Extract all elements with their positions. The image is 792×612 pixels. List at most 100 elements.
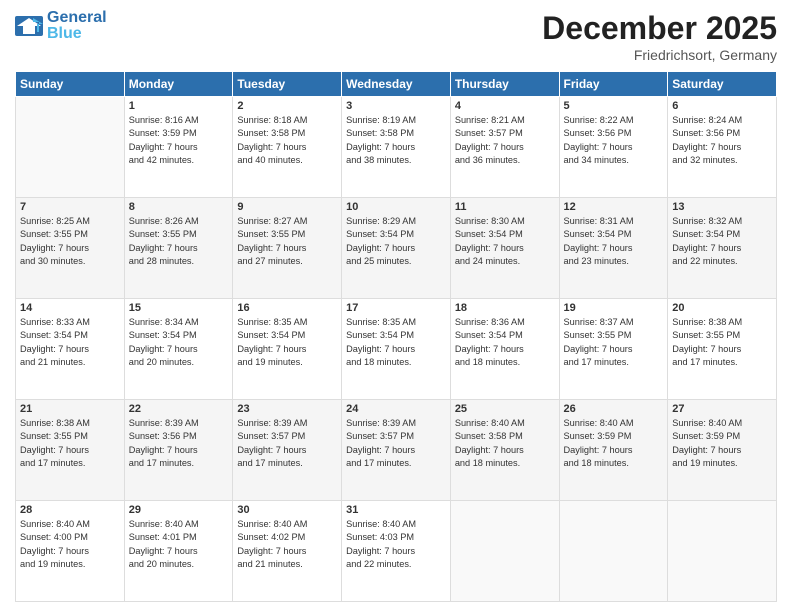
day-info: Sunrise: 8:40 AMSunset: 3:59 PMDaylight:… xyxy=(564,417,664,470)
calendar-cell: 14Sunrise: 8:33 AMSunset: 3:54 PMDayligh… xyxy=(16,299,125,400)
calendar-cell: 15 Sunrise: 8:34 AMSunset: 3:54 PMDayligh… xyxy=(124,299,233,400)
day-info: Sunrise: 8:32 AMSunset: 3:54 PMDaylight:… xyxy=(672,215,772,268)
header: General Blue December 2025 Friedrichsort… xyxy=(15,10,777,63)
day-number: 4 xyxy=(455,100,555,112)
week-row: 21 Sunrise: 8:38 AMSunset: 3:55 PMDayligh… xyxy=(16,400,777,501)
calendar-cell: 28 Sunrise: 8:40 AMSunset: 4:00 PMDayligh… xyxy=(16,501,125,602)
day-info: Sunrise: 8:19 AMSunset: 3:58 PMDaylight:… xyxy=(346,114,446,167)
calendar: SundayMondayTuesdayWednesdayThursdayFrid… xyxy=(15,71,777,602)
calendar-cell: 22Sunrise: 8:39 AMSunset: 3:56 PMDayligh… xyxy=(124,400,233,501)
day-info: Sunrise: 8:40 AMSunset: 4:01 PMDaylight:… xyxy=(129,518,229,571)
day-info: Sunrise: 8:40 AMSunset: 4:03 PMDaylight:… xyxy=(346,518,446,571)
calendar-cell: 11Sunrise: 8:30 AMSunset: 3:54 PMDayligh… xyxy=(450,198,559,299)
day-info: Sunrise: 8:38 AMSunset: 3:55 PMDaylight:… xyxy=(672,316,772,369)
calendar-body: 1 Sunrise: 8:16 AMSunset: 3:59 PMDaylight… xyxy=(16,97,777,602)
weekday-header-thursday: Thursday xyxy=(450,72,559,97)
day-info: Sunrise: 8:35 AMSunset: 3:54 PMDaylight:… xyxy=(346,316,446,369)
weekday-header-tuesday: Tuesday xyxy=(233,72,342,97)
calendar-cell: 24Sunrise: 8:39 AMSunset: 3:57 PMDayligh… xyxy=(342,400,451,501)
calendar-cell: 9Sunrise: 8:27 AMSunset: 3:55 PMDaylight… xyxy=(233,198,342,299)
day-info: Sunrise: 8:40 AMSunset: 4:00 PMDaylight:… xyxy=(20,518,120,571)
calendar-cell: 6 Sunrise: 8:24 AMSunset: 3:56 PMDaylight… xyxy=(668,97,777,198)
day-number: 13 xyxy=(672,201,772,213)
day-info: Sunrise: 8:34 AMSunset: 3:54 PMDaylight:… xyxy=(129,316,229,369)
day-number: 15 xyxy=(129,302,229,314)
day-number: 1 xyxy=(129,100,229,112)
day-info: Sunrise: 8:36 AMSunset: 3:54 PMDaylight:… xyxy=(455,316,555,369)
calendar-cell: 29Sunrise: 8:40 AMSunset: 4:01 PMDayligh… xyxy=(124,501,233,602)
calendar-cell: 23Sunrise: 8:39 AMSunset: 3:57 PMDayligh… xyxy=(233,400,342,501)
calendar-cell: 21 Sunrise: 8:38 AMSunset: 3:55 PMDayligh… xyxy=(16,400,125,501)
logo-icon xyxy=(15,16,43,36)
calendar-cell: 3 Sunrise: 8:19 AMSunset: 3:58 PMDaylight… xyxy=(342,97,451,198)
day-info: Sunrise: 8:33 AMSunset: 3:54 PMDaylight:… xyxy=(20,316,120,369)
week-row: 1 Sunrise: 8:16 AMSunset: 3:59 PMDaylight… xyxy=(16,97,777,198)
day-info: Sunrise: 8:40 AMSunset: 4:02 PMDaylight:… xyxy=(237,518,337,571)
week-row: 14Sunrise: 8:33 AMSunset: 3:54 PMDayligh… xyxy=(16,299,777,400)
calendar-cell: 5Sunrise: 8:22 AMSunset: 3:56 PMDaylight… xyxy=(559,97,668,198)
day-number: 19 xyxy=(564,302,664,314)
week-row: 28 Sunrise: 8:40 AMSunset: 4:00 PMDayligh… xyxy=(16,501,777,602)
day-number: 20 xyxy=(672,302,772,314)
calendar-cell: 13 Sunrise: 8:32 AMSunset: 3:54 PMDayligh… xyxy=(668,198,777,299)
day-number: 12 xyxy=(564,201,664,213)
day-info: Sunrise: 8:26 AMSunset: 3:55 PMDaylight:… xyxy=(129,215,229,268)
day-info: Sunrise: 8:24 AMSunset: 3:56 PMDaylight:… xyxy=(672,114,772,167)
day-info: Sunrise: 8:21 AMSunset: 3:57 PMDaylight:… xyxy=(455,114,555,167)
day-number: 10 xyxy=(346,201,446,213)
weekday-header-monday: Monday xyxy=(124,72,233,97)
day-info: Sunrise: 8:37 AMSunset: 3:55 PMDaylight:… xyxy=(564,316,664,369)
day-info: Sunrise: 8:25 AMSunset: 3:55 PMDaylight:… xyxy=(20,215,120,268)
day-number: 18 xyxy=(455,302,555,314)
weekday-row: SundayMondayTuesdayWednesdayThursdayFrid… xyxy=(16,72,777,97)
calendar-cell: 8 Sunrise: 8:26 AMSunset: 3:55 PMDaylight… xyxy=(124,198,233,299)
day-number: 22 xyxy=(129,403,229,415)
calendar-cell xyxy=(16,97,125,198)
day-info: Sunrise: 8:16 AMSunset: 3:59 PMDaylight:… xyxy=(129,114,229,167)
logo: General Blue xyxy=(15,10,107,42)
day-number: 3 xyxy=(346,100,446,112)
day-number: 7 xyxy=(20,201,120,213)
day-number: 28 xyxy=(20,504,120,516)
calendar-cell: 17 Sunrise: 8:35 AMSunset: 3:54 PMDayligh… xyxy=(342,299,451,400)
day-info: Sunrise: 8:40 AMSunset: 3:58 PMDaylight:… xyxy=(455,417,555,470)
calendar-cell: 16 Sunrise: 8:35 AMSunset: 3:54 PMDayligh… xyxy=(233,299,342,400)
location: Friedrichsort, Germany xyxy=(542,47,777,63)
day-number: 8 xyxy=(129,201,229,213)
calendar-cell: 4 Sunrise: 8:21 AMSunset: 3:57 PMDaylight… xyxy=(450,97,559,198)
page: General Blue December 2025 Friedrichsort… xyxy=(0,0,792,612)
calendar-cell: 18 Sunrise: 8:36 AMSunset: 3:54 PMDayligh… xyxy=(450,299,559,400)
calendar-cell: 30Sunrise: 8:40 AMSunset: 4:02 PMDayligh… xyxy=(233,501,342,602)
title-area: December 2025 Friedrichsort, Germany xyxy=(542,10,777,63)
day-info: Sunrise: 8:18 AMSunset: 3:58 PMDaylight:… xyxy=(237,114,337,167)
day-number: 21 xyxy=(20,403,120,415)
logo-blue: Blue xyxy=(47,26,107,42)
day-number: 16 xyxy=(237,302,337,314)
calendar-cell: 2 Sunrise: 8:18 AMSunset: 3:58 PMDaylight… xyxy=(233,97,342,198)
day-number: 17 xyxy=(346,302,446,314)
calendar-cell: 10Sunrise: 8:29 AMSunset: 3:54 PMDayligh… xyxy=(342,198,451,299)
weekday-header-wednesday: Wednesday xyxy=(342,72,451,97)
calendar-cell xyxy=(559,501,668,602)
calendar-cell: 31 Sunrise: 8:40 AMSunset: 4:03 PMDayligh… xyxy=(342,501,451,602)
calendar-cell: 7 Sunrise: 8:25 AMSunset: 3:55 PMDaylight… xyxy=(16,198,125,299)
day-number: 31 xyxy=(346,504,446,516)
weekday-header-friday: Friday xyxy=(559,72,668,97)
day-number: 6 xyxy=(672,100,772,112)
day-number: 2 xyxy=(237,100,337,112)
weekday-header-saturday: Saturday xyxy=(668,72,777,97)
day-info: Sunrise: 8:38 AMSunset: 3:55 PMDaylight:… xyxy=(20,417,120,470)
day-number: 9 xyxy=(237,201,337,213)
calendar-cell: 25 Sunrise: 8:40 AMSunset: 3:58 PMDayligh… xyxy=(450,400,559,501)
day-info: Sunrise: 8:22 AMSunset: 3:56 PMDaylight:… xyxy=(564,114,664,167)
calendar-cell: 19 Sunrise: 8:37 AMSunset: 3:55 PMDayligh… xyxy=(559,299,668,400)
week-row: 7 Sunrise: 8:25 AMSunset: 3:55 PMDaylight… xyxy=(16,198,777,299)
calendar-cell: 27 Sunrise: 8:40 AMSunset: 3:59 PMDayligh… xyxy=(668,400,777,501)
day-info: Sunrise: 8:30 AMSunset: 3:54 PMDaylight:… xyxy=(455,215,555,268)
day-info: Sunrise: 8:40 AMSunset: 3:59 PMDaylight:… xyxy=(672,417,772,470)
day-info: Sunrise: 8:31 AMSunset: 3:54 PMDaylight:… xyxy=(564,215,664,268)
day-number: 27 xyxy=(672,403,772,415)
day-info: Sunrise: 8:35 AMSunset: 3:54 PMDaylight:… xyxy=(237,316,337,369)
calendar-cell: 26Sunrise: 8:40 AMSunset: 3:59 PMDayligh… xyxy=(559,400,668,501)
day-number: 25 xyxy=(455,403,555,415)
